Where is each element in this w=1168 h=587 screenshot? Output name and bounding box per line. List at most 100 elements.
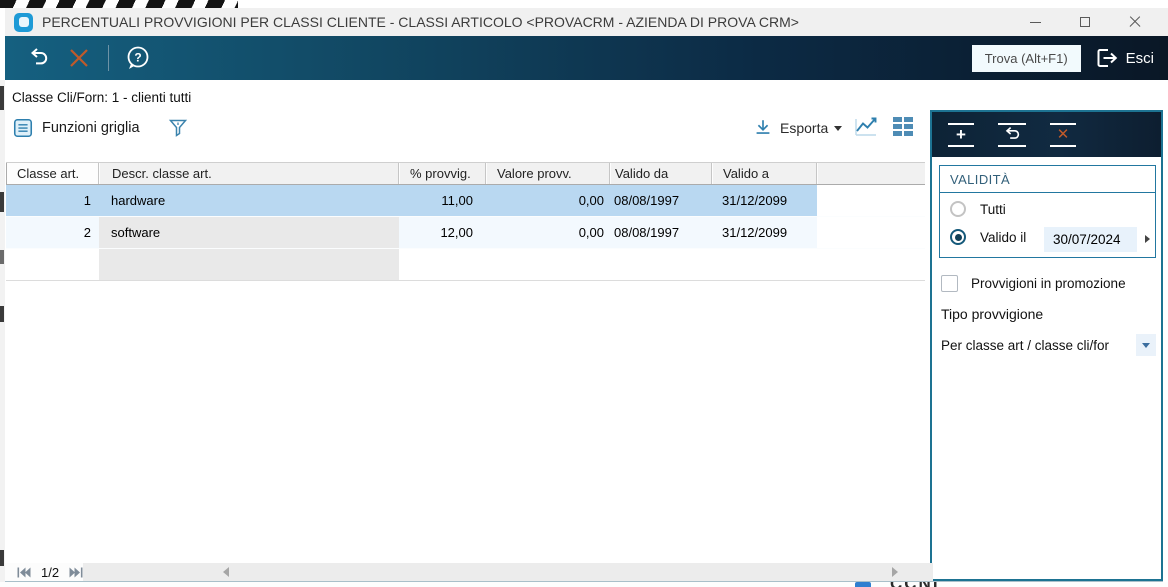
radio-tutti-row[interactable]: Tutti [940, 193, 1155, 221]
close-button[interactable] [1110, 8, 1160, 36]
cell-valido-da[interactable]: 08/08/1997 [610, 185, 712, 216]
cell-valido-da[interactable]: 08/08/1997 [610, 217, 712, 248]
cancel-button[interactable] [63, 46, 95, 70]
table-row[interactable]: 1 hardware 11,00 0,00 08/08/1997 31/12/2… [6, 185, 925, 217]
app-logo-icon [14, 12, 33, 32]
help-icon: ? [127, 46, 149, 69]
cell-descr[interactable]: software [99, 217, 399, 248]
dropdown-button[interactable] [1136, 334, 1156, 356]
background-bleed-mark [0, 86, 4, 110]
esci-label: Esci [1125, 49, 1154, 67]
statusbar: 1/2 [5, 563, 933, 581]
filter-funnel-icon [168, 119, 187, 137]
scroll-right-icon[interactable] [892, 567, 898, 577]
scroll-left-icon[interactable] [223, 567, 229, 577]
maximize-button[interactable] [1060, 8, 1110, 36]
horizontal-scrollbar[interactable] [83, 563, 933, 581]
background-bleed-mark [0, 250, 4, 264]
grid-menu-icon [13, 118, 33, 138]
window-controls [1010, 8, 1160, 36]
promo-checkbox-row[interactable]: Provvigioni in promozione [941, 275, 1126, 292]
grid-cell-icon [893, 117, 902, 122]
column-header-valido-a[interactable]: Valido a [712, 163, 817, 184]
background-app-icon [855, 582, 871, 587]
cell-valido-a[interactable]: 31/12/2099 [712, 217, 817, 248]
esci-button[interactable]: Esci [1095, 46, 1154, 70]
cell-valore-provv[interactable]: 0,00 [486, 185, 610, 216]
tipo-provvigione-dropdown[interactable]: Per classe art / classe cli/for [941, 333, 1156, 357]
chart-view-button[interactable] [852, 114, 880, 140]
help-button[interactable]: ? [122, 44, 154, 72]
trova-button[interactable]: Trova (Alt+F1) [971, 44, 1081, 72]
cell-empty [817, 217, 925, 248]
cell-descr[interactable]: hardware [99, 185, 399, 216]
last-page-button[interactable] [69, 567, 83, 578]
promo-checkbox-label: Provvigioni in promozione [971, 276, 1126, 291]
radio-tutti-label: Tutti [980, 201, 1006, 217]
download-icon [756, 120, 770, 134]
plus-icon: + [956, 124, 966, 144]
table-row-empty [6, 249, 925, 281]
radio-tutti[interactable] [950, 201, 966, 217]
background-bleed-mark [0, 550, 4, 566]
window-title: PERCENTUALI PROVVIGIONI PER CLASSI CLIEN… [42, 14, 799, 30]
cell-perc-provvig[interactable]: 12,00 [399, 217, 486, 248]
commissions-table: Classe art. Descr. classe art. % provvig… [6, 162, 925, 281]
add-row-button[interactable]: + [948, 122, 974, 147]
valido-il-date-field[interactable]: 30/07/2024 [1044, 227, 1137, 252]
grid-cell-icon [893, 131, 902, 136]
pager: 1/2 [5, 563, 84, 581]
column-header-valido-da[interactable]: Valido da [610, 163, 712, 184]
radio-valido-label: Valido il [980, 229, 1027, 245]
delete-button[interactable]: ✕ [1050, 122, 1076, 147]
table-row[interactable]: 2 software 12,00 0,00 08/08/1997 31/12/2… [6, 217, 925, 249]
filter-button[interactable] [166, 116, 190, 140]
column-header-classe-art[interactable]: Classe art. [6, 163, 99, 184]
column-header-perc-provvig[interactable]: % provvig. [399, 163, 486, 184]
grid-cell-icon [904, 131, 913, 136]
first-page-button[interactable] [17, 567, 31, 578]
promo-checkbox[interactable] [941, 275, 958, 292]
cell-classe-art[interactable]: 1 [6, 185, 99, 216]
grid-cell-icon [904, 117, 913, 122]
panel-toolbar: + ✕ [932, 112, 1161, 157]
background-window-bleed-bottom: CCNL [0, 582, 1168, 587]
funzioni-griglia-button[interactable]: Funzioni griglia [12, 117, 166, 139]
background-window-bleed-top [0, 0, 238, 8]
grid-cell-icon [893, 124, 902, 129]
esporta-label: Esporta [780, 120, 829, 136]
validita-title: VALIDITÀ [940, 166, 1155, 193]
radio-valido-il[interactable] [950, 229, 966, 245]
main-toolbar: ? Trova (Alt+F1) Esci [5, 36, 1168, 80]
back-button[interactable] [21, 47, 53, 69]
funzioni-griglia-label: Funzioni griglia [42, 120, 140, 136]
svg-text:?: ? [134, 51, 141, 65]
cell-valido-a[interactable]: 31/12/2099 [712, 185, 817, 216]
chevron-down-icon [834, 125, 843, 131]
cell-perc-provvig[interactable]: 11,00 [399, 185, 486, 216]
background-bleed-mark [0, 192, 4, 212]
column-header-valore-provv[interactable]: Valore provv. [486, 163, 610, 184]
cell-empty [817, 185, 925, 216]
card-view-button[interactable] [893, 117, 913, 136]
toolbar-divider [108, 45, 109, 71]
tipo-provvigione-label: Tipo provvigione [941, 306, 1044, 322]
date-spinner-icon[interactable] [1145, 235, 1150, 243]
cell-valore-provv[interactable]: 0,00 [486, 217, 610, 248]
undo-button[interactable] [998, 122, 1026, 147]
minimize-icon [1029, 21, 1041, 23]
maximize-icon [1080, 17, 1090, 27]
line-chart-icon [855, 117, 877, 136]
esporta-button[interactable]: Esporta [752, 114, 843, 142]
minimize-button[interactable] [1010, 8, 1060, 36]
column-header-descr[interactable]: Descr. classe art. [99, 163, 399, 184]
page-indicator: 1/2 [41, 564, 60, 580]
titlebar: PERCENTUALI PROVVIGIONI PER CLASSI CLIEN… [5, 8, 1168, 36]
cell-classe-art[interactable]: 2 [6, 217, 99, 248]
orange-x-icon [70, 49, 88, 67]
background-bleed-text: CCNL [890, 582, 945, 587]
background-bleed-mark [0, 306, 4, 322]
radio-valido-row[interactable]: Valido il 30/07/2024 [940, 221, 1155, 257]
orange-x-icon: ✕ [1056, 125, 1070, 143]
grid-toolbar: Funzioni griglia [12, 114, 190, 142]
